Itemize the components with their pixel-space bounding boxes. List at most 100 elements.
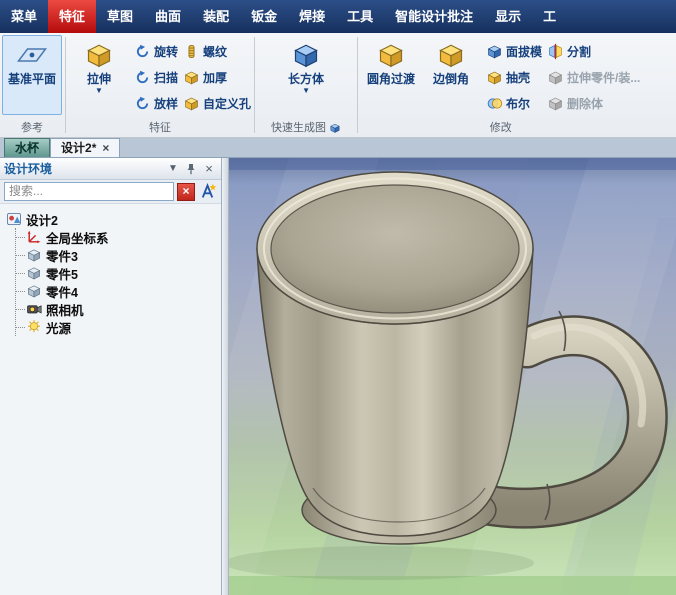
- tree-item-label: 光源: [46, 321, 72, 336]
- stretch-part-icon: [547, 69, 564, 86]
- boolean-icon: [486, 95, 503, 112]
- thread-label: 螺纹: [203, 44, 228, 59]
- quick-group-icon: [329, 122, 341, 134]
- menu-tab-smart-annotation[interactable]: 智能设计批注: [384, 0, 484, 33]
- cuboid-icon: [291, 40, 321, 70]
- stretch-part-label: 拉伸零件/装...: [567, 70, 641, 85]
- datum-plane-label: 基准平面: [7, 72, 56, 86]
- tree-item-label: 零件3: [46, 249, 78, 264]
- group-label-features: 特征: [149, 122, 172, 134]
- menu-tab-display[interactable]: 显示: [484, 0, 532, 33]
- design-environment-panel: 设计环境 ▼ × 搜索... × 设计2 全局坐标系 零件3 零件5 零件4 照…: [0, 158, 222, 595]
- doc-tab-shuibei-label: 水杯: [15, 141, 40, 155]
- draft-icon: [486, 43, 503, 60]
- tree-item-label: 照相机: [46, 303, 84, 318]
- sweep-button[interactable]: 扫描: [134, 64, 178, 90]
- main-menubar: 菜单 特征 草图 曲面 装配 钣金 焊接 工具 智能设计批注 显示 工: [0, 0, 676, 33]
- split-icon: [547, 43, 564, 60]
- design-icon: [6, 211, 22, 227]
- menu-tab-surface[interactable]: 曲面: [144, 0, 192, 33]
- pin-icon: [185, 163, 197, 175]
- thicken-button[interactable]: 加厚: [183, 64, 251, 90]
- search-filter-icon[interactable]: [198, 182, 217, 201]
- search-row: 搜索... ×: [0, 180, 221, 204]
- cuboid-label: 长方体: [288, 72, 325, 86]
- tree-item-part3[interactable]: 零件3: [16, 246, 219, 264]
- extrude-label: 拉伸: [86, 72, 111, 86]
- shell-icon: [486, 69, 503, 86]
- revolve-icon: [134, 43, 151, 60]
- viewport[interactable]: [229, 158, 676, 595]
- ribbon-separator: [254, 37, 256, 133]
- panel-header: 设计环境 ▼ ×: [0, 158, 221, 180]
- boolean-button[interactable]: 布尔: [486, 90, 542, 116]
- part-icon: [26, 283, 42, 299]
- menu-tab-features[interactable]: 特征: [48, 0, 97, 33]
- revolve-button[interactable]: 旋转: [134, 38, 178, 64]
- tree-children: 全局坐标系 零件3 零件5 零件4 照相机 光源: [15, 228, 219, 336]
- group-label-quick-text: 快速生成图: [271, 122, 327, 134]
- ribbon-separator: [357, 37, 359, 133]
- shell-button[interactable]: 抽壳: [486, 64, 542, 90]
- chamfer-icon: [436, 40, 466, 70]
- menu-tab-sketch[interactable]: 草图: [96, 0, 144, 33]
- custom-hole-button[interactable]: 自定义孔: [183, 90, 251, 116]
- light-source-icon: [26, 319, 42, 335]
- menu-tab-menu[interactable]: 菜单: [0, 0, 48, 33]
- menu-tab-tools[interactable]: 工具: [336, 0, 384, 33]
- tree-root-design2[interactable]: 设计2: [6, 210, 219, 228]
- draft-label: 面拔模: [506, 44, 543, 59]
- fillet-button[interactable]: 圆角过渡: [361, 35, 421, 115]
- boolean-label: 布尔: [506, 96, 531, 111]
- doc-tab-shuibei[interactable]: 水杯: [4, 138, 51, 157]
- tree-item-global-coords[interactable]: 全局坐标系: [16, 228, 219, 246]
- thread-button[interactable]: 螺纹: [183, 38, 251, 64]
- panel-title: 设计环境: [4, 162, 53, 176]
- menu-tab-sheetmetal[interactable]: 钣金: [240, 0, 288, 33]
- draft-button[interactable]: 面拔模: [486, 38, 542, 64]
- split-button[interactable]: 分割: [547, 38, 640, 64]
- menu-tab-welding[interactable]: 焊接: [288, 0, 336, 33]
- search-input[interactable]: 搜索...: [4, 182, 174, 201]
- chamfer-label: 边倒角: [433, 72, 470, 86]
- shell-label: 抽壳: [506, 70, 531, 85]
- doc-tab-design2[interactable]: 设计2* ×: [50, 138, 121, 157]
- close-tab-icon[interactable]: ×: [102, 142, 109, 154]
- panel-pin-button[interactable]: [183, 161, 199, 177]
- tree-item-light[interactable]: 光源: [16, 318, 219, 336]
- tree-item-camera[interactable]: 照相机: [16, 300, 219, 318]
- tree-item-label: 零件5: [46, 267, 78, 282]
- loft-icon: [134, 95, 151, 112]
- datum-plane-button[interactable]: 基准平面: [2, 35, 62, 115]
- ribbon-group-reference: 基准平面 参考: [0, 33, 64, 137]
- datum-plane-icon: [17, 40, 47, 70]
- thicken-icon: [183, 69, 200, 86]
- panel-dropdown-button[interactable]: ▼: [165, 161, 181, 177]
- chamfer-button[interactable]: 边倒角: [421, 35, 481, 115]
- viewport-canvas: [229, 158, 676, 595]
- cuboid-button[interactable]: 长方体 ▼: [276, 35, 336, 115]
- loft-button[interactable]: 放样: [134, 90, 178, 116]
- ribbon-toolbar: 基准平面 参考 拉伸 ▼ 旋转 扫描 放样 螺纹 加厚 自定义孔 特征 长方体 …: [0, 33, 676, 138]
- sweep-icon: [134, 69, 151, 86]
- search-clear-button[interactable]: ×: [177, 182, 195, 201]
- ribbon-separator: [65, 37, 66, 133]
- tree-item-part4[interactable]: 零件4: [16, 282, 219, 300]
- loft-label: 放样: [154, 96, 179, 111]
- chevron-down-icon: ▼: [302, 86, 310, 95]
- chevron-down-icon: ▼: [95, 86, 103, 95]
- tree-item-part5[interactable]: 零件5: [16, 264, 219, 282]
- tree-item-label: 全局坐标系: [46, 231, 109, 246]
- panel-splitter[interactable]: [222, 158, 229, 595]
- menu-tab-truncated[interactable]: 工: [532, 0, 567, 33]
- part-icon: [26, 265, 42, 281]
- ribbon-group-features: 拉伸 ▼ 旋转 扫描 放样 螺纹 加厚 自定义孔 特征: [67, 33, 253, 137]
- extrude-button[interactable]: 拉伸 ▼: [69, 35, 129, 115]
- split-label: 分割: [567, 44, 592, 59]
- stretch-part-button: 拉伸零件/装...: [547, 64, 640, 90]
- tree-item-label: 零件4: [46, 285, 78, 300]
- design-tree: 设计2 全局坐标系 零件3 零件5 零件4 照相机 光源: [0, 204, 221, 336]
- delete-body-label: 删除体: [567, 96, 604, 111]
- panel-close-button[interactable]: ×: [201, 161, 217, 177]
- menu-tab-assembly[interactable]: 装配: [192, 0, 240, 33]
